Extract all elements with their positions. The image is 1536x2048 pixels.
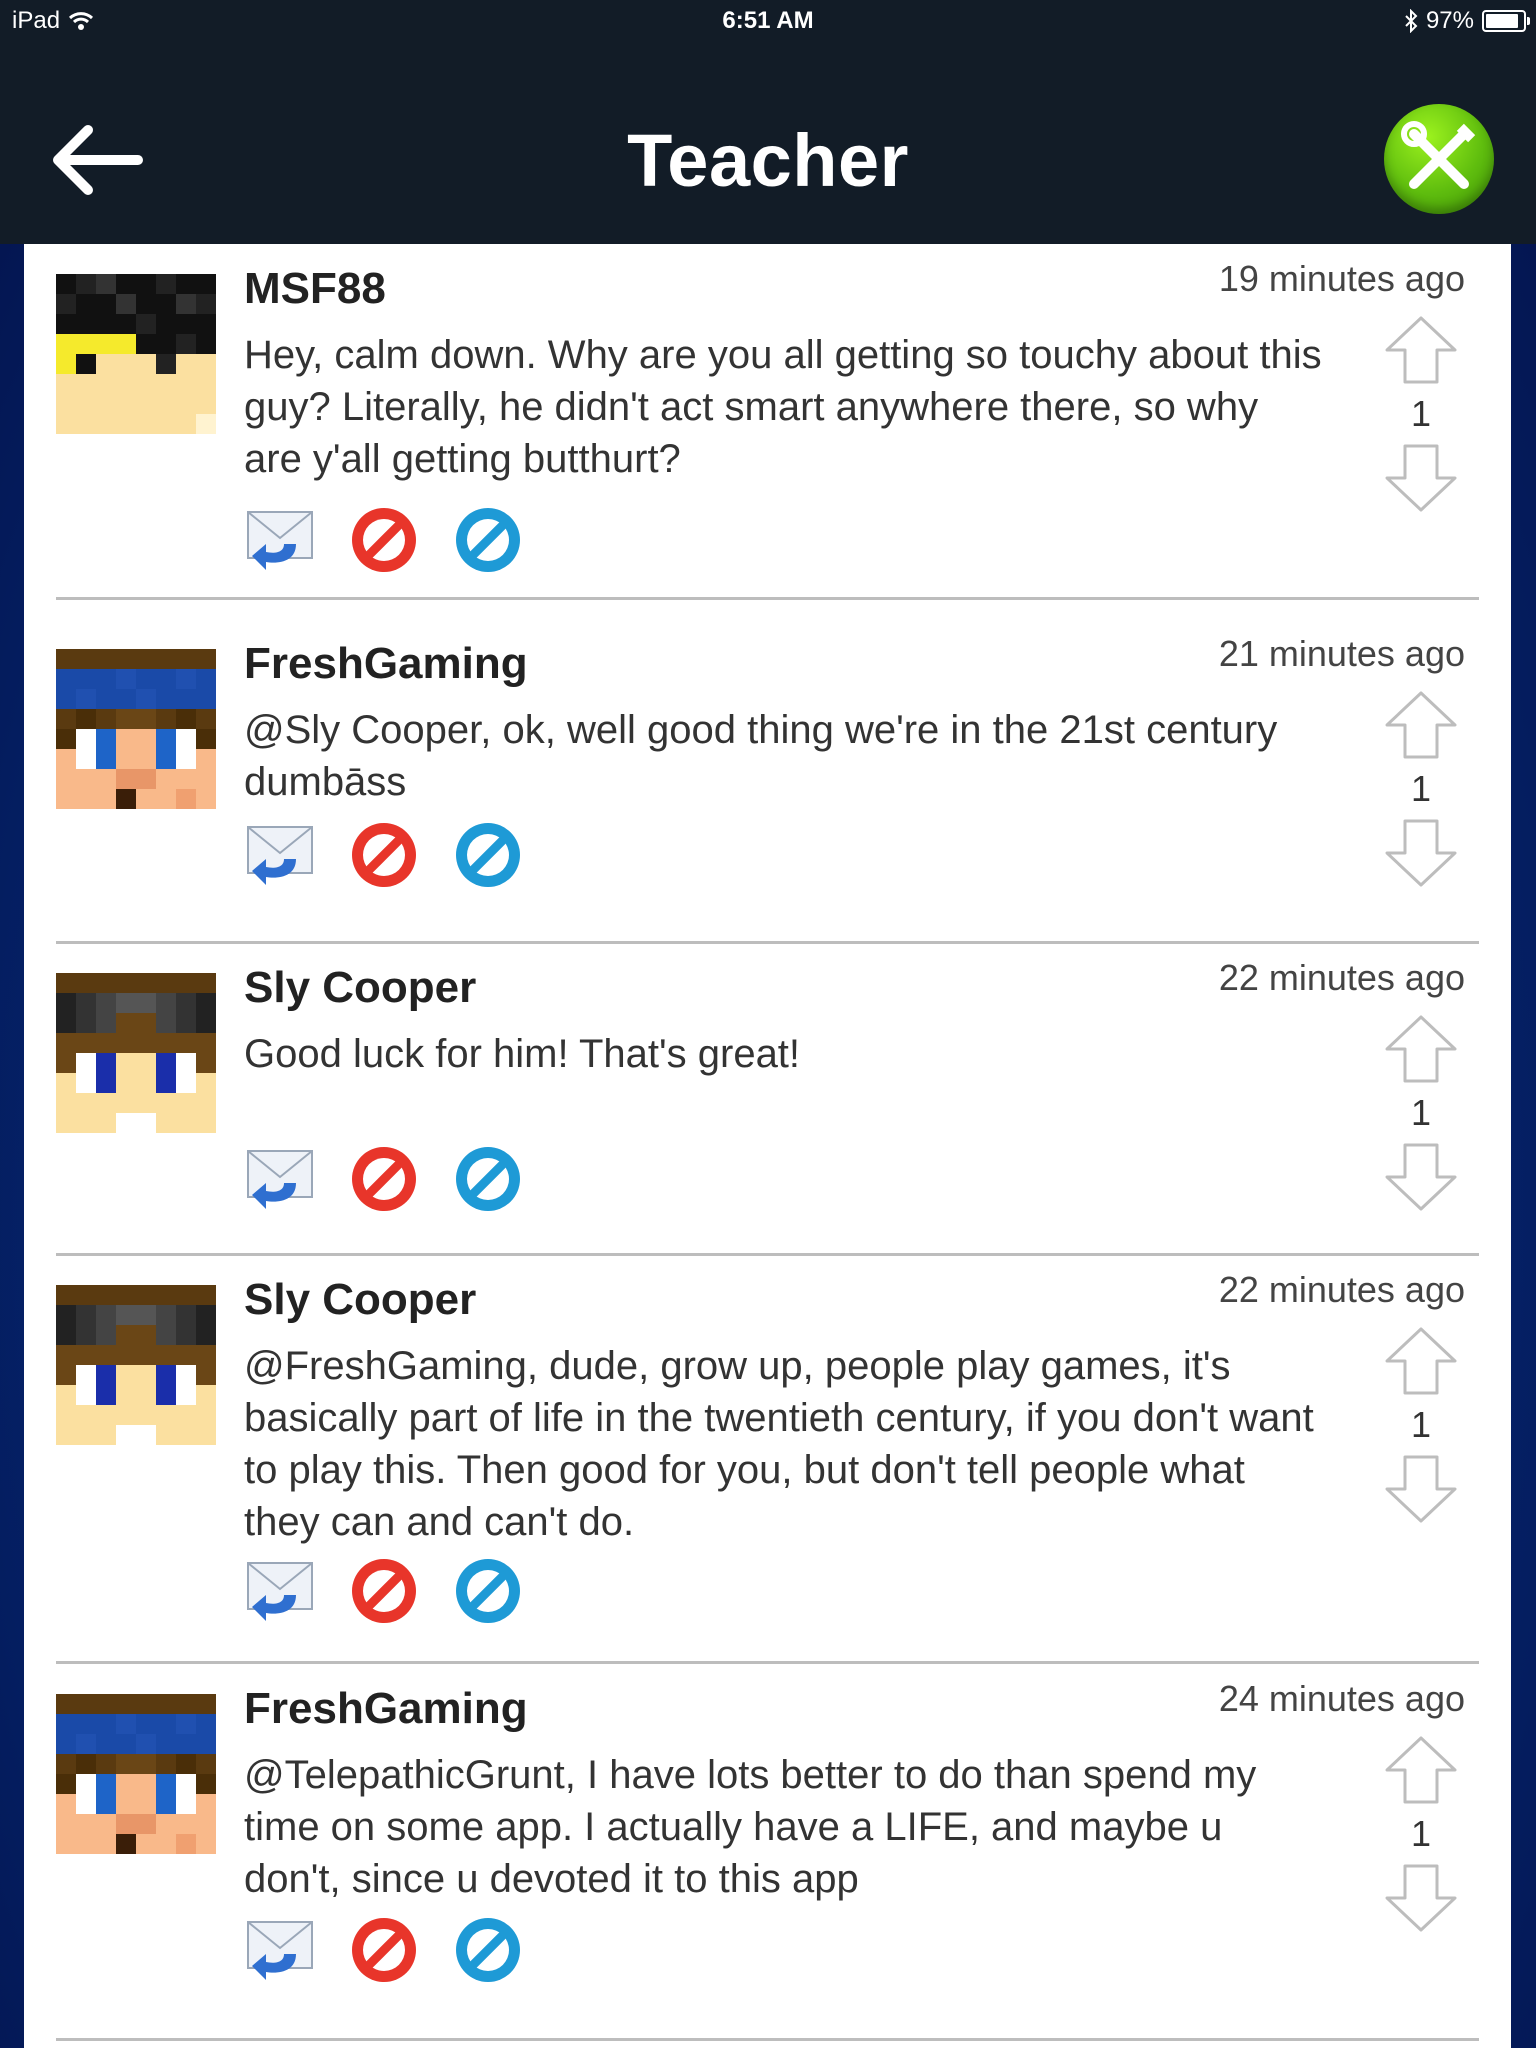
comments-panel: MSF88 19 minutes ago Hey, calm down. Why a… <box>24 244 1511 2048</box>
vote-control: 1 <box>1381 1325 1461 1525</box>
block-icon[interactable] <box>452 1914 524 1986</box>
reply-icon[interactable] <box>244 1143 316 1215</box>
block-icon[interactable] <box>452 1555 524 1627</box>
downvote-icon[interactable] <box>1383 442 1459 514</box>
vote-score: 1 <box>1410 1813 1432 1854</box>
report-icon[interactable] <box>348 1914 420 1986</box>
page-title: Teacher <box>627 119 909 202</box>
clock: 6:51 AM <box>722 7 814 34</box>
username[interactable]: Sly Cooper <box>244 1275 476 1325</box>
navigation-bar: iPad 6:51 AM 97% Teacher <box>0 0 1536 244</box>
block-icon[interactable] <box>452 819 524 891</box>
username[interactable]: MSF88 <box>244 264 386 314</box>
timestamp: 19 minutes ago <box>1218 258 1465 299</box>
tools-icon <box>1401 121 1476 189</box>
timestamp: 21 minutes ago <box>1218 633 1465 674</box>
reply-icon[interactable] <box>244 1555 316 1627</box>
vote-control: 1 <box>1381 689 1461 889</box>
vote-score: 1 <box>1410 393 1432 434</box>
avatar[interactable] <box>56 973 216 1133</box>
report-icon[interactable] <box>348 504 420 576</box>
status-right: 97% <box>1404 7 1530 35</box>
divider <box>56 597 1479 600</box>
vote-score: 1 <box>1410 1092 1432 1133</box>
username[interactable]: Sly Cooper <box>244 963 476 1013</box>
avatar[interactable] <box>56 1285 216 1445</box>
report-icon[interactable] <box>348 819 420 891</box>
report-icon[interactable] <box>348 1555 420 1627</box>
vote-control: 1 <box>1381 1013 1461 1213</box>
comment-item: FreshGaming 24 minutes ago @TelepathicGrun… <box>24 1664 1511 2042</box>
reply-icon[interactable] <box>244 504 316 576</box>
avatar[interactable] <box>56 649 216 809</box>
battery-icon <box>1482 10 1530 32</box>
vote-score: 1 <box>1410 1404 1432 1445</box>
upvote-icon[interactable] <box>1383 1013 1459 1085</box>
comment-item: FreshGaming 21 minutes ago @Sly Cooper, ok… <box>24 619 1511 945</box>
comment-text: @FreshGaming, dude, grow up, people play… <box>244 1344 1314 1544</box>
comment-item: MSF88 19 minutes ago Hey, calm down. Why a… <box>24 244 1511 601</box>
upvote-icon[interactable] <box>1383 1325 1459 1397</box>
downvote-icon[interactable] <box>1383 1453 1459 1525</box>
status-bar: iPad 6:51 AM 97% <box>0 0 1536 42</box>
username[interactable]: FreshGaming <box>244 639 528 689</box>
divider <box>56 2038 1479 2041</box>
username[interactable]: FreshGaming <box>244 1684 528 1734</box>
settings-button[interactable] <box>1384 104 1494 214</box>
battery-percent: 97% <box>1425 7 1474 34</box>
reply-icon[interactable] <box>244 819 316 891</box>
downvote-icon[interactable] <box>1383 1862 1459 1934</box>
block-icon[interactable] <box>452 504 524 576</box>
upvote-icon[interactable] <box>1383 1734 1459 1806</box>
vote-control: 1 <box>1381 314 1461 514</box>
avatar[interactable] <box>56 274 216 434</box>
comment-actions <box>244 1914 524 1986</box>
comment-item: Sly Cooper 22 minutes ago @FreshGaming, du… <box>24 1255 1511 1665</box>
comment-actions <box>244 1555 524 1627</box>
comment-actions <box>244 504 524 576</box>
comment-actions <box>244 1143 524 1215</box>
block-icon[interactable] <box>452 1143 524 1215</box>
vote-control: 1 <box>1381 1734 1461 1934</box>
comment-item: Sly Cooper 22 minutes ago Good luck for hi… <box>24 943 1511 1257</box>
comment-actions <box>244 819 524 891</box>
comment-text: @TelepathicGrunt, I have lots better to … <box>244 1753 1257 1901</box>
comment-text: @Sly Cooper, ok, well good thing we're i… <box>244 708 1278 804</box>
reply-icon[interactable] <box>244 1914 316 1986</box>
avatar[interactable] <box>56 1694 216 1854</box>
timestamp: 24 minutes ago <box>1218 1678 1465 1719</box>
report-icon[interactable] <box>348 1143 420 1215</box>
upvote-icon[interactable] <box>1383 314 1459 386</box>
bluetooth-icon <box>1405 9 1418 33</box>
timestamp: 22 minutes ago <box>1218 957 1465 998</box>
vote-score: 1 <box>1410 768 1432 809</box>
upvote-icon[interactable] <box>1383 689 1459 761</box>
comment-text: Good luck for him! That's great! <box>244 1032 801 1076</box>
timestamp: 22 minutes ago <box>1218 1269 1465 1310</box>
downvote-icon[interactable] <box>1383 817 1459 889</box>
comment-text: Hey, calm down. Why are you all getting … <box>244 333 1322 481</box>
downvote-icon[interactable] <box>1383 1141 1459 1213</box>
